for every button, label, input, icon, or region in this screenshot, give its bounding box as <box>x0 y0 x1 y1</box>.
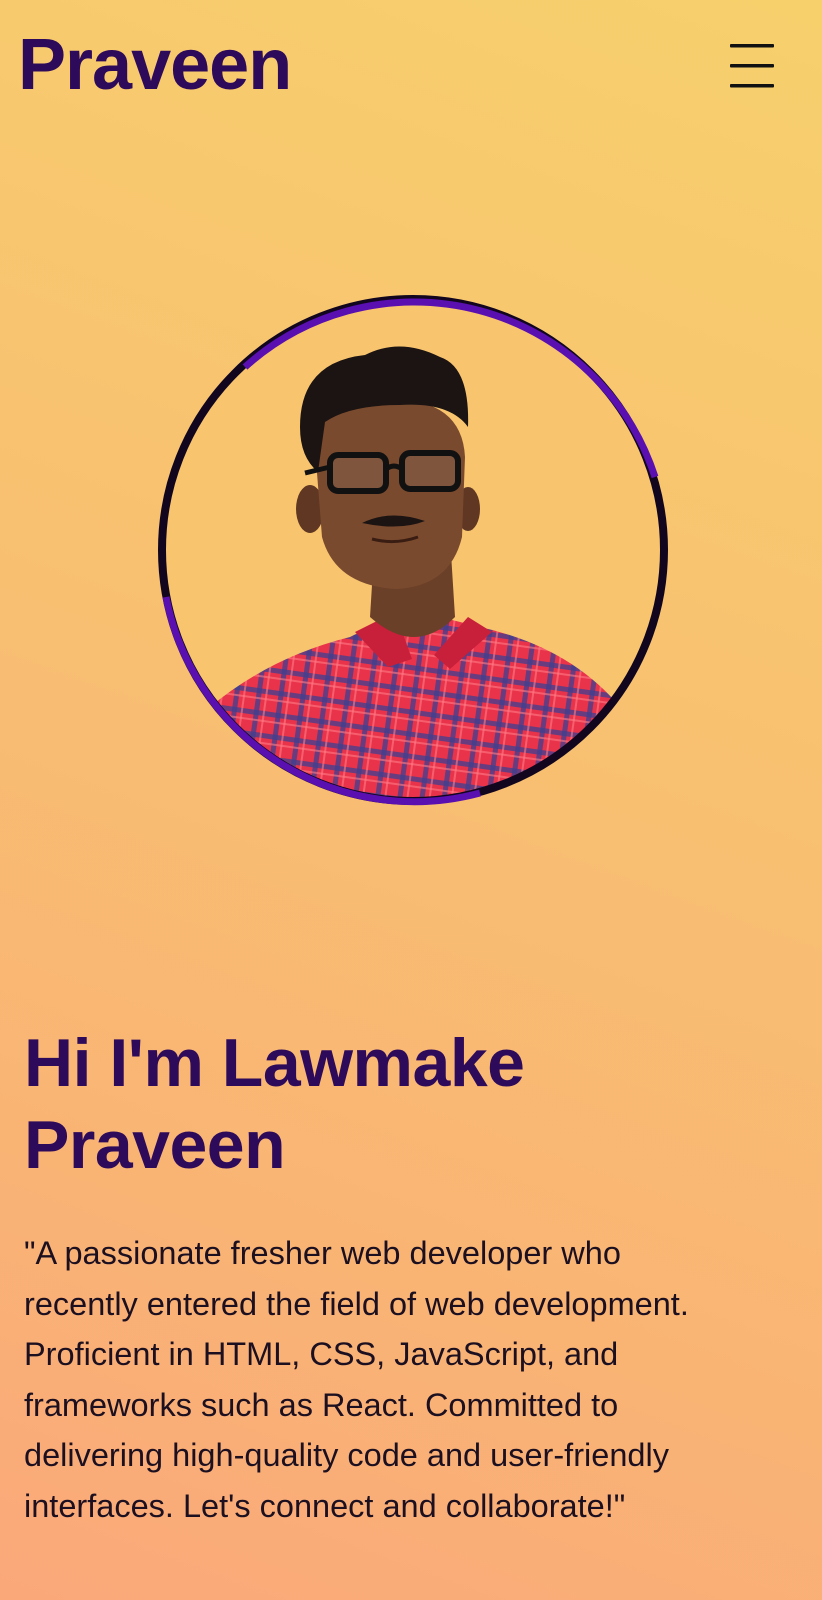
hero-title-line: Hi I'm Lawmake <box>24 1025 525 1101</box>
bio-line: delivering high-quality code and user-fr… <box>24 1437 669 1473</box>
hero-title: Hi I'm Lawmake Praveen <box>24 1022 784 1186</box>
profile-photo <box>158 295 668 806</box>
menu-button[interactable] <box>724 40 780 92</box>
hero-title-line: Praveen <box>24 1107 286 1183</box>
bio-line: recently entered the field of web develo… <box>24 1285 689 1322</box>
bio-line: frameworks such as React. Committed to <box>24 1386 619 1423</box>
site-header: Praveen <box>0 0 822 140</box>
brand-logo[interactable]: Praveen <box>18 22 292 108</box>
hamburger-menu-icon <box>730 44 774 88</box>
bio-line: "A passionate fresher web developer who <box>24 1235 621 1271</box>
bio-line: interfaces. Let's connect and collaborat… <box>24 1487 626 1524</box>
bio-line: Proficient in HTML, CSS, JavaScript, and <box>24 1336 619 1372</box>
bio-text: "A passionate fresher web developer who … <box>24 1228 794 1531</box>
avatar <box>150 287 676 813</box>
